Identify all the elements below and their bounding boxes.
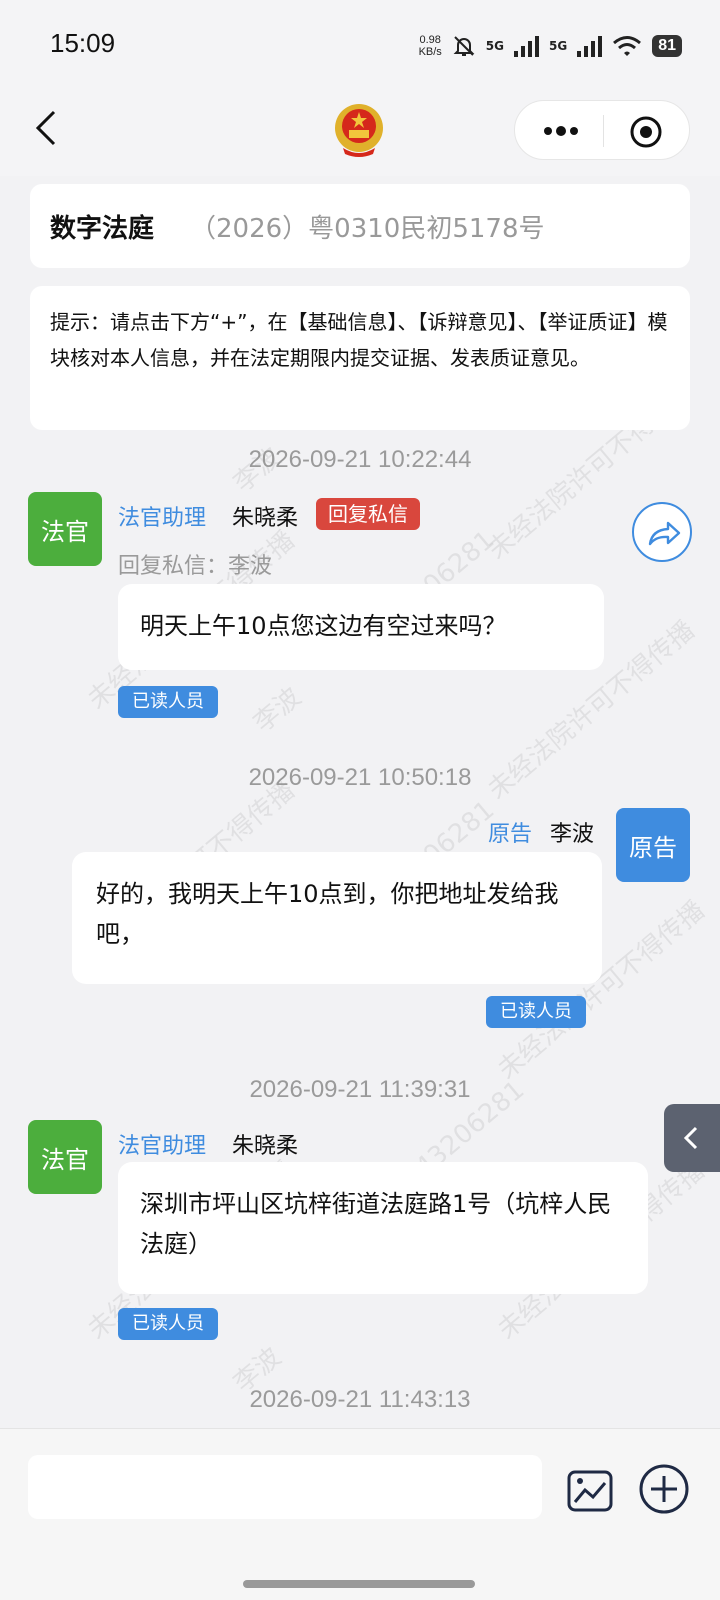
side-panel-toggle[interactable]: [664, 1104, 720, 1172]
read-members-button[interactable]: 已读人员: [486, 996, 586, 1028]
avatar[interactable]: 法官: [28, 1120, 102, 1194]
message-timestamp: 2026-09-21 10:22:44: [248, 446, 472, 473]
read-members-button[interactable]: 已读人员: [118, 1308, 218, 1340]
national-emblem-icon: [335, 104, 383, 157]
signal-icon: [514, 35, 539, 57]
message-bubble[interactable]: 好的，我明天上午10点到，你把地址发给我吧，: [72, 852, 602, 984]
sender-role: 法官助理: [118, 506, 207, 531]
avatar[interactable]: 法官: [28, 492, 102, 566]
status-icons: 0.98 KB/s 5G 5G 81: [419, 28, 682, 64]
case-number: （2026）粤0310民初5178号: [190, 214, 545, 244]
mini-program-capsule: [514, 100, 690, 160]
more-dots-icon[interactable]: [541, 117, 581, 145]
page-title: 数字法庭: [50, 214, 155, 244]
share-arrow-icon: [648, 521, 681, 546]
home-indicator: [243, 1580, 475, 1588]
reply-to-label: 回复私信：李波: [118, 554, 273, 579]
avatar[interactable]: 原告: [616, 808, 690, 882]
plus-circle-icon[interactable]: [638, 1463, 690, 1515]
chevron-left-icon: [683, 1126, 698, 1150]
image-icon[interactable]: [566, 1469, 614, 1513]
private-reply-badge: 回复私信: [316, 498, 420, 530]
message-bubble[interactable]: 深圳市坪山区坑梓街道法庭路1号（坑梓人民法庭）: [118, 1162, 648, 1294]
read-members-button[interactable]: 已读人员: [118, 686, 218, 718]
title-card: 数字法庭 （2026）粤0310民初5178号: [30, 184, 690, 268]
sender-role: 原告: [488, 822, 533, 847]
target-icon[interactable]: [629, 115, 663, 149]
message-input[interactable]: [28, 1455, 542, 1519]
net-speed: 0.98 KB/s: [418, 34, 442, 58]
signal-1-label: 5G: [485, 39, 504, 53]
status-time: 15:09: [50, 28, 116, 58]
status-bar: 15:09 0.98 KB/s 5G 5G 81: [0, 0, 720, 92]
wifi-icon: [613, 36, 642, 56]
message-timestamp: 2026-09-21 11:43:13: [249, 1386, 471, 1413]
capsule-divider: [603, 115, 604, 147]
input-bar: [0, 1428, 720, 1600]
mute-bell-icon: [453, 36, 475, 56]
message-timestamp: 2026-09-21 10:50:18: [248, 764, 472, 791]
nav-bar: [0, 92, 720, 176]
sender-name: 朱晓柔: [232, 506, 299, 531]
message-timestamp: 2026-09-21 11:39:31: [249, 1076, 471, 1103]
back-icon[interactable]: [28, 108, 68, 148]
signal-icon: [577, 35, 603, 57]
sender-role: 法官助理: [118, 1134, 207, 1159]
share-button[interactable]: [632, 502, 692, 562]
battery-icon: 81: [652, 35, 682, 57]
message-bubble[interactable]: 明天上午10点您这边有空过来吗？: [118, 584, 604, 670]
signal-2-label: 5G: [549, 39, 568, 53]
sender-name: 李波: [550, 822, 595, 847]
sender-name: 朱晓柔: [232, 1134, 299, 1159]
tip-card: 提示：请点击下方“+”，在【基础信息】、【诉辩意见】、【举证质证】模块核对本人信…: [30, 286, 690, 430]
